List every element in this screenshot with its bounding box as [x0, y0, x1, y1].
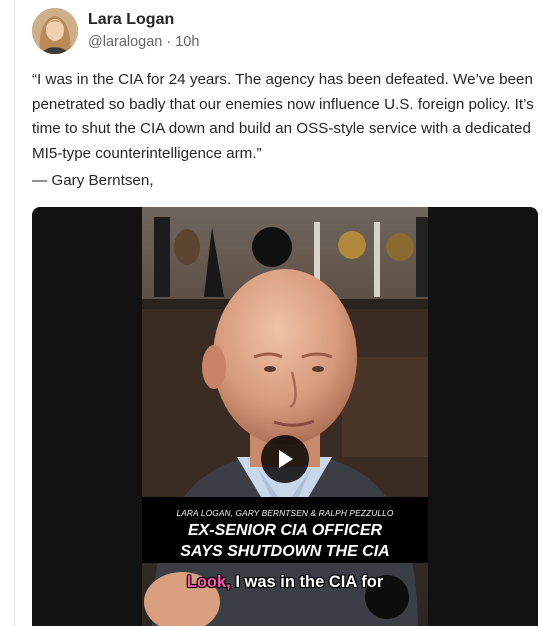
author-name[interactable]: Lara Logan — [88, 11, 174, 29]
meta-separator: · — [166, 34, 172, 50]
video-player[interactable]: LARA LOGAN, GARY BERNTSEN & RALPH PEZZUL… — [32, 207, 538, 626]
banner-title-line2: SAYS SHUTDOWN THE CIA — [180, 543, 390, 560]
video-frame: LARA LOGAN, GARY BERNTSEN & RALPH PEZZUL… — [142, 207, 428, 626]
caption-text: I was in the CIA for — [230, 573, 384, 591]
post-body: “I was in the CIA for 24 years. The agen… — [32, 71, 534, 162]
avatar-image — [32, 8, 78, 54]
banner-title-line1: EX-SENIOR CIA OFFICER — [187, 522, 383, 539]
caption-highlight: Look, — [186, 573, 231, 591]
banner-names: LARA LOGAN, GARY BERNTSEN & RALPH PEZZUL… — [176, 508, 394, 518]
video-caption: Look, I was in the CIA for — [142, 573, 428, 592]
thread-divider — [14, 0, 15, 626]
avatar[interactable] — [32, 8, 78, 54]
author-meta: @laralogan · 10h — [88, 34, 199, 50]
post-card: Lara Logan @laralogan · 10h “I was in the … — [0, 0, 543, 626]
play-icon — [279, 450, 293, 468]
author-handle[interactable]: @laralogan — [88, 34, 162, 50]
post-timestamp[interactable]: 10h — [175, 34, 199, 50]
play-button[interactable] — [261, 435, 309, 483]
post-attribution: — Gary Berntsen, — [32, 172, 154, 189]
video-thumbnail — [142, 207, 428, 626]
lower-third-banner: LARA LOGAN, GARY BERNTSEN & RALPH PEZZUL… — [142, 497, 428, 563]
